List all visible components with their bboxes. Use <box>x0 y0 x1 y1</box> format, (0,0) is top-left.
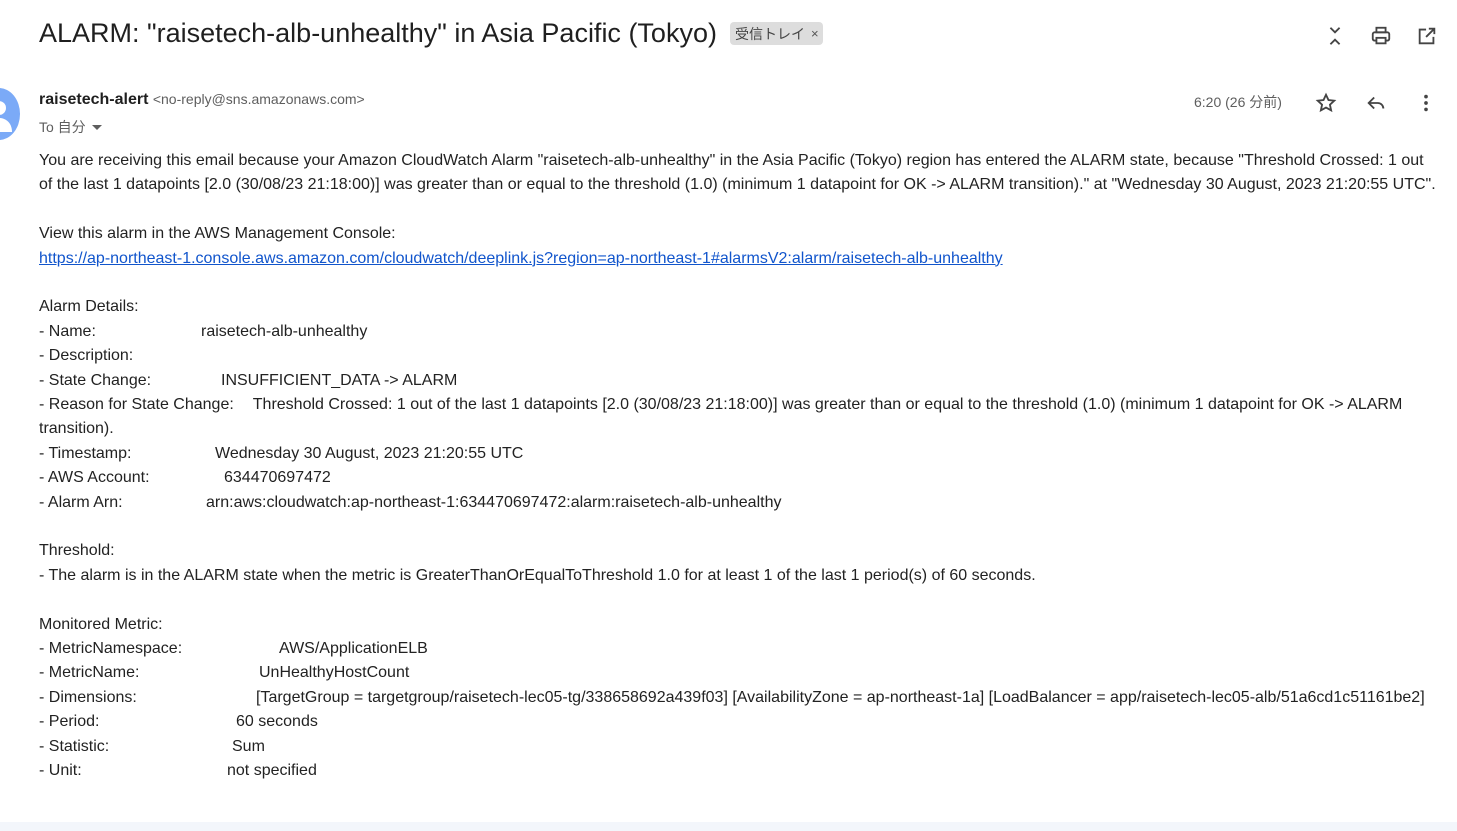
recipient-row[interactable]: To 自分 <box>39 117 102 137</box>
message-actions <box>1314 91 1438 115</box>
collapse-icon[interactable] <box>1323 24 1347 48</box>
metric-dimensions-row: - Dimensions: [TargetGroup = targetgroup/… <box>39 688 1425 706</box>
console-link[interactable]: https://ap-northeast-1.console.aws.amazo… <box>39 250 1003 267</box>
metric-name-row: - MetricName: UnHealthyHostCount <box>39 664 410 682</box>
intro-paragraph: You are receiving this email because you… <box>39 152 1436 194</box>
details-heading: Alarm Details: <box>39 298 139 316</box>
print-icon[interactable] <box>1369 24 1393 48</box>
metric-unit-row: - Unit: not specified <box>39 762 317 780</box>
detail-arn-row: - Alarm Arn: arn:aws:cloudwatch:ap-northe… <box>39 493 782 511</box>
detail-name-row: - Name: raisetech-alb-unhealthy <box>39 322 368 340</box>
recipient-label: To 自分 <box>39 119 86 135</box>
metric-heading: Monitored Metric: <box>39 615 163 633</box>
metric-namespace-row: - MetricNamespace: AWS/ApplicationELB <box>39 640 428 658</box>
detail-state-row: - State Change: INSUFFICIENT_DATA -> ALAR… <box>39 371 458 389</box>
detail-description-row: - Description: <box>39 347 134 365</box>
threshold-text: - The alarm is in the ALARM state when t… <box>39 566 1036 584</box>
bottom-bar <box>0 822 1457 831</box>
sender-avatar[interactable] <box>0 88 20 140</box>
detail-reason-row: - Reason for State Change: Threshold Cros… <box>39 396 1403 438</box>
sender-name[interactable]: raisetech-alert <box>39 91 148 108</box>
threshold-heading: Threshold: <box>39 542 115 560</box>
sender-row: raisetech-alert <no-reply@sns.amazonaws.… <box>39 91 365 109</box>
metric-statistic-row: - Statistic: Sum <box>39 737 265 755</box>
star-icon[interactable] <box>1314 91 1338 115</box>
metric-period-row: - Period: 60 seconds <box>39 713 318 731</box>
chevron-down-icon[interactable] <box>91 124 102 130</box>
email-subject: ALARM: "raisetech-alb-unhealthy" in Asia… <box>39 18 717 48</box>
detail-account-row: - AWS Account: 634470697472 <box>39 469 331 487</box>
view-console-label: View this alarm in the AWS Management Co… <box>39 225 396 243</box>
inbox-label-chip[interactable]: 受信トレイ × <box>729 22 823 45</box>
subject-row: ALARM: "raisetech-alb-unhealthy" in Asia… <box>39 18 823 49</box>
sender-email: <no-reply@sns.amazonaws.com> <box>152 91 365 107</box>
reply-icon[interactable] <box>1364 91 1388 115</box>
more-vert-icon[interactable] <box>1414 91 1438 115</box>
avatar-person-icon <box>0 101 12 132</box>
open-in-new-window-icon[interactable] <box>1415 24 1439 48</box>
email-body: You are receiving this email because you… <box>39 149 1441 784</box>
email-timestamp: 6:20 (26 分前) <box>1194 94 1282 110</box>
remove-label-icon[interactable]: × <box>811 26 819 41</box>
inbox-label-text: 受信トレイ <box>734 25 805 42</box>
detail-timestamp-row: - Timestamp: Wednesday 30 August, 2023 21… <box>39 444 524 462</box>
thread-toolbar <box>1323 24 1439 48</box>
